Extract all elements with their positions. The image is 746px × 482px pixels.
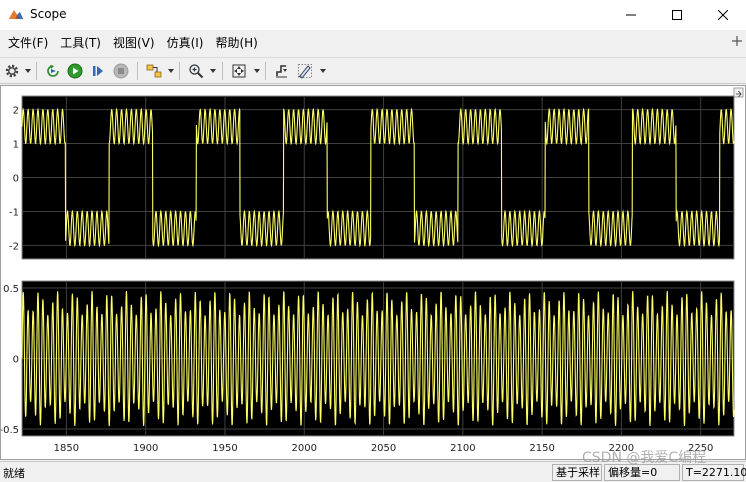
close-button[interactable] — [700, 0, 746, 30]
step-forward-icon — [93, 66, 103, 76]
x-tick-label: 2150 — [529, 443, 554, 454]
step-forward-button[interactable] — [89, 61, 107, 81]
offset-indicator: 偏移量=0 — [604, 464, 680, 481]
x-tick-label: 1900 — [133, 443, 158, 454]
chevron-down-icon[interactable] — [25, 69, 31, 73]
highlight-block-button[interactable] — [145, 61, 163, 81]
sample-based-indicator: 基于采样 — [552, 464, 602, 481]
menu-bar: 文件(F) 工具(T) 视图(V) 仿真(I) 帮助(H) — [0, 30, 746, 56]
menu-simulation[interactable]: 仿真(I) — [161, 32, 210, 54]
y-tick-label: 2 — [13, 106, 19, 117]
chevron-down-icon[interactable] — [320, 69, 326, 73]
triggers-button[interactable] — [273, 61, 291, 81]
cursor-measurements-button[interactable] — [296, 61, 314, 81]
y-tick-label: -1 — [9, 207, 19, 218]
fit-to-view-button[interactable] — [230, 61, 248, 81]
matlab-scope-icon — [9, 10, 23, 19]
y-tick-label: 0 — [13, 355, 19, 366]
menu-view[interactable]: 视图(V) — [107, 32, 161, 54]
y-tick-label: -2 — [9, 241, 19, 252]
toolbar-separator — [36, 62, 37, 80]
cursor-measurement-icon — [298, 64, 312, 79]
scope-axes-1: 2 1 0 -1 -2 — [9, 95, 735, 260]
pin-icon[interactable] — [732, 36, 742, 46]
chevron-down-icon[interactable] — [168, 69, 174, 73]
minimize-icon — [626, 14, 636, 16]
run-button[interactable] — [66, 61, 84, 81]
run-icon — [67, 63, 83, 79]
x-tick-label: 2250 — [688, 443, 713, 454]
x-tick-label: 2200 — [609, 443, 634, 454]
scope-window: Scope 文件(F) 工具(T) 视图(V) 仿真(I) 帮助(H) 2 1 … — [0, 0, 746, 482]
axes-restore-widget[interactable] — [733, 87, 744, 98]
scope-plots[interactable]: 2 1 0 -1 -2 0.5 0 -0.5 1850 1900 1950 2000 2050 2100 2… — [1, 86, 745, 459]
step-back-icon — [47, 65, 59, 77]
y-tick-label: 0.5 — [3, 284, 19, 295]
triggers-icon — [276, 65, 287, 78]
fit-to-view-icon — [232, 64, 246, 78]
x-tick-label: 2000 — [292, 443, 317, 454]
chevron-down-icon[interactable] — [210, 69, 216, 73]
maximize-button[interactable] — [654, 0, 700, 30]
settings-button[interactable] — [3, 61, 21, 81]
x-tick-label: 1850 — [54, 443, 79, 454]
y-tick-label: 1 — [13, 140, 19, 151]
chevron-down-icon[interactable] — [254, 69, 260, 73]
toolbar-separator — [179, 62, 180, 80]
highlight-block-icon — [146, 64, 162, 78]
gear-icon — [5, 64, 19, 78]
step-back-button[interactable] — [44, 61, 62, 81]
toolbar-separator — [222, 62, 223, 80]
stop-icon — [113, 63, 129, 79]
menu-tools[interactable]: 工具(T) — [54, 32, 107, 54]
status-bar: 就绪 基于采样 偏移量=0 T=2271.100 — [0, 461, 746, 482]
restore-box — [733, 87, 744, 98]
x-tick-label: 2050 — [371, 443, 396, 454]
zoom-in-icon — [189, 64, 204, 79]
zoom-button[interactable] — [187, 61, 205, 81]
time-indicator: T=2271.100 — [682, 464, 746, 481]
status-text: 就绪 — [3, 467, 25, 480]
stop-button[interactable] — [112, 61, 130, 81]
maximize-icon — [672, 10, 682, 20]
window-title: Scope — [30, 7, 67, 21]
menu-help[interactable]: 帮助(H) — [209, 32, 263, 54]
x-tick-label: 1950 — [212, 443, 237, 454]
scope-display: 2 1 0 -1 -2 0.5 0 -0.5 1850 1900 1950 2000 2050 2100 2… — [0, 85, 746, 460]
toolbar-separator — [137, 62, 138, 80]
y-tick-label: -0.5 — [1, 425, 19, 436]
y-tick-label: 0 — [13, 174, 19, 185]
scope-axes-2: 0.5 0 -0.5 1850 1900 1950 2000 2050 2100 2150 2200… — [1, 280, 735, 454]
toolbar-separator — [265, 62, 266, 80]
title-bar: Scope — [0, 0, 746, 30]
minimize-button[interactable] — [608, 0, 654, 30]
menu-file[interactable]: 文件(F) — [2, 32, 54, 54]
close-icon — [718, 10, 728, 20]
toolbar — [0, 57, 746, 84]
x-tick-label: 2100 — [450, 443, 475, 454]
